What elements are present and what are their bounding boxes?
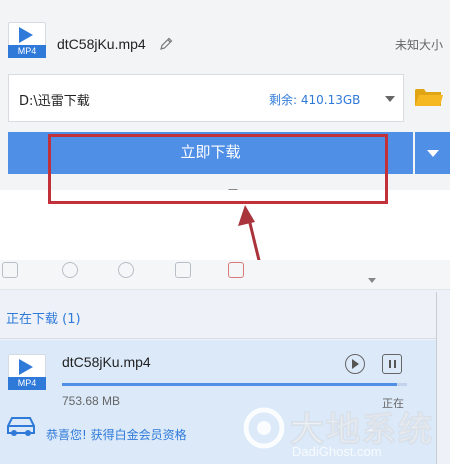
mp4-file-icon: MP4 [8,354,46,390]
free-space-label: 剩余: 410.13GB [269,93,361,107]
highlight-annotation [48,134,388,204]
task-progress-fill [62,383,397,386]
pause-task-button[interactable] [382,354,402,374]
file-size-label: 未知大小 [395,38,444,52]
task-file-size: 753.68 MB [62,394,121,408]
download-options-dropdown[interactable] [415,132,450,174]
folder-icon[interactable] [414,86,444,108]
task-status: 正在 [382,397,404,410]
list-toolbar [0,260,450,290]
downloading-section-title[interactable]: 正在下载 (1) [6,308,81,327]
mp4-file-icon: MP4 [8,22,46,58]
task-progress-bar [62,383,407,386]
chevron-down-icon [427,150,439,157]
new-task-icon[interactable] [2,262,18,278]
section-divider [0,338,436,339]
play-file-button[interactable] [345,354,365,374]
pause-icon[interactable] [118,262,134,278]
pencil-icon[interactable] [158,36,174,52]
panel-divider [436,292,437,464]
save-path-value: D:\迅雷下载 [19,94,90,109]
chevron-down-icon[interactable] [368,278,376,283]
play-icon [352,359,359,369]
file-name[interactable]: dtC58jKu.mp4 [57,36,146,52]
file-type-tag: MP4 [8,377,46,390]
car-icon [7,417,35,436]
vip-prompt[interactable]: 恭喜您! 获得白金会员资格 [46,426,187,443]
chevron-down-icon[interactable] [385,96,395,102]
delete-icon[interactable] [175,262,191,278]
file-type-tag: MP4 [8,45,46,58]
start-icon[interactable] [62,262,78,278]
save-path-field[interactable]: D:\迅雷下载 剩余: 410.13GB [8,74,404,122]
vip-icon[interactable] [228,262,244,278]
task-file-name: dtC58jKu.mp4 [62,354,151,370]
